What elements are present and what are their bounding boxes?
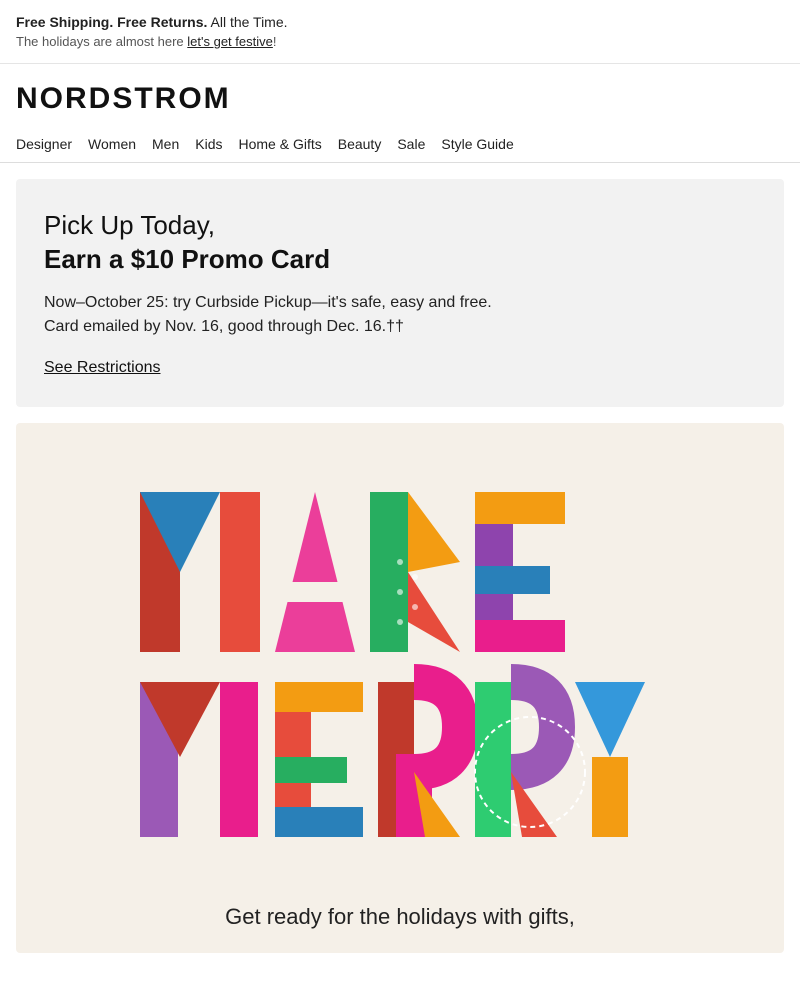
sub-text: The holidays are almost here	[16, 34, 187, 49]
make-merry-graphic	[16, 423, 784, 882]
logo-area: NORDSTROM	[0, 64, 800, 126]
promo-body: Now–October 25: try Curbside Pickup—it's…	[44, 291, 756, 339]
promo-card: Pick Up Today, Earn a $10 Promo Card Now…	[16, 179, 784, 407]
shipping-regular: All the Time.	[207, 14, 287, 30]
make-merry-subtitle: Get ready for the holidays with gifts,	[195, 882, 605, 953]
top-banner: Free Shipping. Free Returns. All the Tim…	[0, 0, 800, 64]
nav-item-kids[interactable]: Kids	[195, 126, 238, 162]
promo-title-line2: Earn a $10 Promo Card	[44, 243, 756, 277]
nav-item-men[interactable]: Men	[152, 126, 195, 162]
shipping-bold: Free Shipping. Free Returns.	[16, 14, 207, 30]
make-merry-svg	[130, 462, 670, 862]
see-restrictions-link[interactable]: See Restrictions	[44, 359, 161, 376]
sub-end: !	[273, 34, 277, 49]
promo-body-line1: Now–October 25: try Curbside Pickup—it's…	[44, 294, 492, 311]
nav-item-sale[interactable]: Sale	[397, 126, 441, 162]
nav-item-style-guide[interactable]: Style Guide	[441, 126, 529, 162]
nav-item-home-gifts[interactable]: Home & Gifts	[238, 126, 337, 162]
nordstrom-logo[interactable]: NORDSTROM	[16, 82, 784, 116]
promo-title-line1: Pick Up Today,	[44, 210, 215, 240]
shipping-message: Free Shipping. Free Returns. All the Tim…	[16, 14, 784, 30]
main-nav: Designer Women Men Kids Home & Gifts Bea…	[0, 126, 800, 163]
festive-link[interactable]: let's get festive	[187, 34, 273, 49]
holiday-sub-message: The holidays are almost here let's get f…	[16, 34, 784, 49]
nav-item-women[interactable]: Women	[88, 126, 152, 162]
nav-item-designer[interactable]: Designer	[16, 126, 88, 162]
make-merry-banner: Get ready for the holidays with gifts,	[16, 423, 784, 953]
promo-body-line2: Card emailed by Nov. 16, good through De…	[44, 318, 404, 335]
promo-title: Pick Up Today, Earn a $10 Promo Card	[44, 209, 756, 277]
nav-item-beauty[interactable]: Beauty	[338, 126, 398, 162]
